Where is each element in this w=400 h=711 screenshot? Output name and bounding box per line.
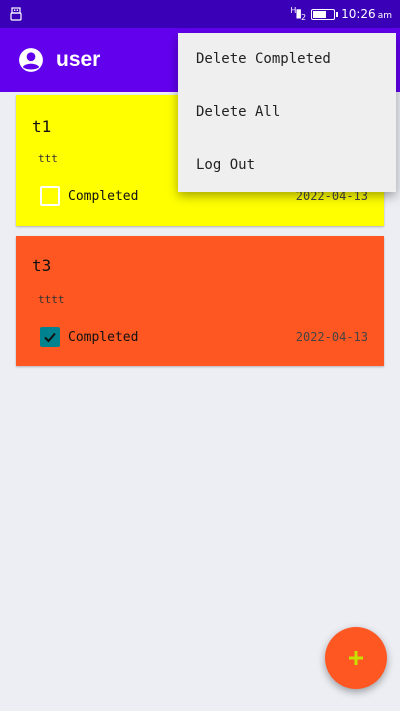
completed-row: Completed: [40, 186, 138, 206]
task-date: 2022-04-13: [295, 330, 368, 344]
time-ampm: am: [377, 11, 392, 21]
menu-item-delete-completed[interactable]: Delete Completed: [196, 51, 331, 67]
task-description: tttt: [38, 293, 65, 306]
completed-label: Completed: [68, 329, 139, 345]
task-card[interactable]: t3 tttt Completed 2022-04-13: [16, 236, 384, 366]
account-circle-icon[interactable]: [18, 47, 44, 73]
usb-icon: [10, 7, 22, 21]
app-title: user: [56, 48, 101, 71]
signal-sub: 2: [301, 13, 306, 23]
menu-item-log-out[interactable]: Log Out: [196, 157, 255, 173]
completed-checkbox[interactable]: [40, 186, 60, 206]
status-bar: H▮2 10:26 am: [0, 0, 400, 28]
task-title: t1: [32, 117, 52, 136]
battery-icon: [311, 8, 339, 20]
time-text: 10:26: [341, 7, 376, 21]
task-description: ttt: [38, 152, 58, 165]
overflow-menu: Delete Completed Delete All Log Out: [178, 33, 396, 192]
add-task-button[interactable]: [325, 627, 387, 689]
menu-item-delete-all[interactable]: Delete All: [196, 104, 280, 120]
status-time: 10:26 am: [341, 7, 392, 21]
completed-checkbox[interactable]: [40, 327, 60, 347]
signal-icon: H▮2: [290, 5, 306, 23]
plus-icon: [349, 651, 363, 665]
check-icon: [44, 332, 56, 343]
completed-label: Completed: [68, 188, 139, 204]
completed-row: Completed: [40, 327, 138, 347]
task-title: t3: [32, 256, 52, 275]
